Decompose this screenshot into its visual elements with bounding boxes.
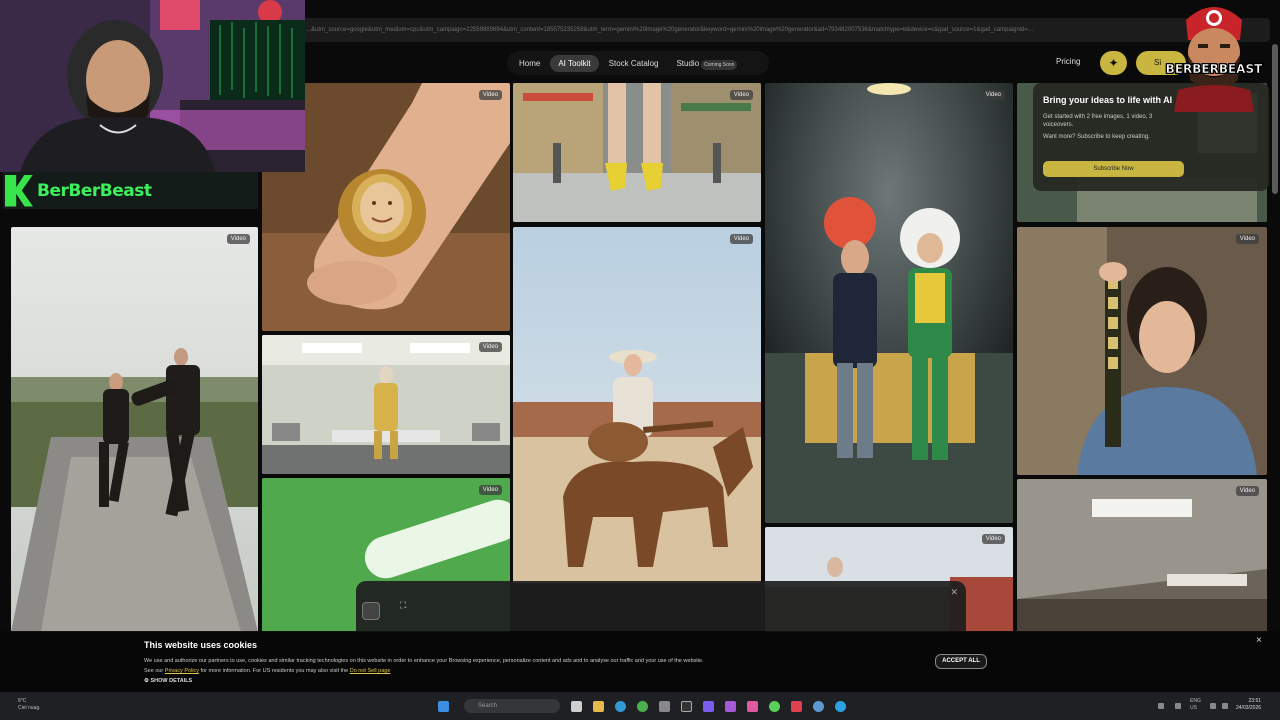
file-explorer-icon[interactable] bbox=[593, 701, 604, 712]
accept-all-button[interactable]: ACCEPT ALL bbox=[935, 654, 987, 669]
promo-text-secondary: Want more? Subscribe to keep creating. bbox=[1043, 134, 1150, 140]
video-badge: Video bbox=[1235, 486, 1259, 496]
main-nav: Home AI Toolkit Stock Catalog Studio Comi… bbox=[507, 51, 769, 75]
mascot-name-text: BERBERBEAST bbox=[1165, 62, 1263, 77]
app-icon-5[interactable] bbox=[659, 701, 670, 712]
yellow-suit-room-image bbox=[262, 335, 510, 474]
video-badge: Video bbox=[478, 485, 502, 495]
screen: ...&utm_source=google&utm_medium=cpc&utm… bbox=[0, 0, 1280, 720]
coming-soon-badge: Coming Soon bbox=[701, 59, 738, 70]
berberbeast-mascot-logo bbox=[1158, 0, 1270, 112]
mascot-image bbox=[1174, 7, 1254, 112]
webcam-overlay bbox=[0, 0, 305, 172]
video-badge: Video bbox=[981, 90, 1005, 100]
gallery-tile-ping-pong-men[interactable]: Video bbox=[765, 83, 1013, 523]
gallery-tile-supermarket-heels[interactable]: Video bbox=[513, 83, 761, 222]
cookie-text: We use and authorize our partners to use… bbox=[144, 656, 844, 676]
pricing-link[interactable]: Pricing bbox=[1056, 57, 1080, 66]
video-badge: Video bbox=[478, 90, 502, 100]
nav-ai-toolkit[interactable]: AI Toolkit bbox=[550, 54, 599, 72]
taskview-icon[interactable] bbox=[571, 701, 582, 712]
gallery-tile-film-strip-girl[interactable]: Video bbox=[1017, 227, 1267, 475]
video-badge: Video bbox=[226, 234, 250, 244]
app-icon-8[interactable] bbox=[725, 701, 736, 712]
sparkle-button[interactable]: ✦ bbox=[1100, 51, 1127, 75]
nav-stock-catalog[interactable]: Stock Catalog bbox=[601, 55, 667, 72]
image-upload-button[interactable] bbox=[362, 602, 380, 620]
app-icon-7[interactable] bbox=[703, 701, 714, 712]
film-strip-girl-image bbox=[1017, 227, 1267, 475]
language-indicator[interactable]: ENG US bbox=[1190, 698, 1201, 712]
crop-icon[interactable]: ⛶ bbox=[400, 600, 412, 612]
app-icon-12[interactable] bbox=[813, 701, 824, 712]
weather-temp: 8°C bbox=[18, 698, 27, 704]
sparkle-icon: ✦ bbox=[1108, 56, 1119, 70]
nav-studio[interactable]: Studio Coming Soon bbox=[668, 55, 745, 72]
gallery-tile-fight-on-train[interactable]: Video bbox=[11, 227, 258, 632]
clock-date: 24/03/2026 bbox=[1236, 705, 1262, 711]
nav-studio-label: Studio bbox=[676, 58, 700, 68]
video-badge: Video bbox=[981, 534, 1005, 544]
cookie-text-middle: for more information. For US residents y… bbox=[200, 668, 349, 674]
video-badge: Video bbox=[729, 90, 753, 100]
lang-code: ENG bbox=[1190, 698, 1201, 704]
app-icon-9[interactable] bbox=[747, 701, 758, 712]
show-details-toggle[interactable]: ⚙ SHOW DETAILS bbox=[144, 678, 192, 684]
app-icon-11[interactable] bbox=[791, 701, 802, 712]
cookie-title: This website uses cookies bbox=[144, 640, 258, 650]
supermarket-heels-image bbox=[513, 83, 761, 222]
cookie-text-prefix: See our bbox=[144, 668, 164, 674]
edge-icon[interactable] bbox=[615, 701, 626, 712]
tray-icon[interactable] bbox=[1175, 703, 1181, 709]
fight-on-train-image bbox=[11, 227, 258, 632]
app-icon-10[interactable] bbox=[769, 701, 780, 712]
kick-logo-icon bbox=[5, 174, 33, 207]
telegram-icon[interactable] bbox=[835, 701, 846, 712]
privacy-policy-link[interactable]: Privacy Policy bbox=[165, 668, 199, 674]
system-clock[interactable]: 23:51 24/03/2026 bbox=[1236, 698, 1261, 712]
wifi-icon[interactable] bbox=[1210, 703, 1216, 709]
windows-start-icon[interactable] bbox=[438, 701, 449, 712]
promo-text: Get started with 2 free images, 1 video,… bbox=[1043, 114, 1153, 128]
cowboy-guitar-image bbox=[513, 227, 761, 583]
composer-close-icon[interactable]: ✕ bbox=[950, 587, 958, 598]
tray-chevron-icon[interactable] bbox=[1158, 703, 1164, 709]
cookie-close-icon[interactable]: × bbox=[1256, 635, 1262, 646]
office-ceiling-image bbox=[1017, 479, 1267, 632]
page-scrollbar[interactable] bbox=[1272, 44, 1278, 194]
subscribe-now-button[interactable]: Subscribe Now bbox=[1043, 161, 1184, 177]
weather-desc: Ciel nuag. bbox=[18, 705, 41, 711]
weather-widget[interactable]: 8°C Ciel nuag. bbox=[18, 698, 41, 712]
ping-pong-men-image bbox=[765, 83, 1013, 523]
cookie-text-main: We use and authorize our partners to use… bbox=[144, 658, 704, 664]
video-badge: Video bbox=[729, 234, 753, 244]
gallery-tile-yellow-suit-room[interactable]: Video bbox=[262, 335, 510, 474]
gallery-tile-cowboy-guitar[interactable]: Video bbox=[513, 227, 761, 583]
streamer-name: BerBerBeast bbox=[37, 180, 152, 201]
webcam-feed-image bbox=[0, 0, 305, 172]
gallery-tile-office-ceiling[interactable]: Video bbox=[1017, 479, 1267, 632]
nav-home[interactable]: Home bbox=[511, 55, 548, 72]
streamer-label: BerBerBeast bbox=[3, 172, 258, 209]
volume-icon[interactable] bbox=[1222, 703, 1228, 709]
cookie-banner: This website uses cookies We use and aut… bbox=[0, 631, 1280, 692]
chrome-icon[interactable] bbox=[637, 701, 648, 712]
windows-taskbar: 8°C Ciel nuag. Search ENG US 23:51 24/03… bbox=[0, 692, 1280, 720]
prompt-composer-panel: ⛶ ✕ bbox=[356, 581, 966, 631]
video-badge: Video bbox=[478, 342, 502, 352]
clock-time: 23:51 bbox=[1248, 698, 1262, 704]
video-badge: Video bbox=[1235, 234, 1259, 244]
app-icon-6[interactable] bbox=[681, 701, 692, 712]
url-bar[interactable]: ...&utm_source=google&utm_medium=cpc&utm… bbox=[300, 18, 1270, 42]
show-details-label: SHOW DETAILS bbox=[150, 678, 193, 684]
do-not-sell-link[interactable]: Do not Sell page bbox=[350, 668, 391, 674]
taskbar-search[interactable]: Search bbox=[464, 699, 560, 713]
lang-region: US bbox=[1190, 705, 1197, 711]
